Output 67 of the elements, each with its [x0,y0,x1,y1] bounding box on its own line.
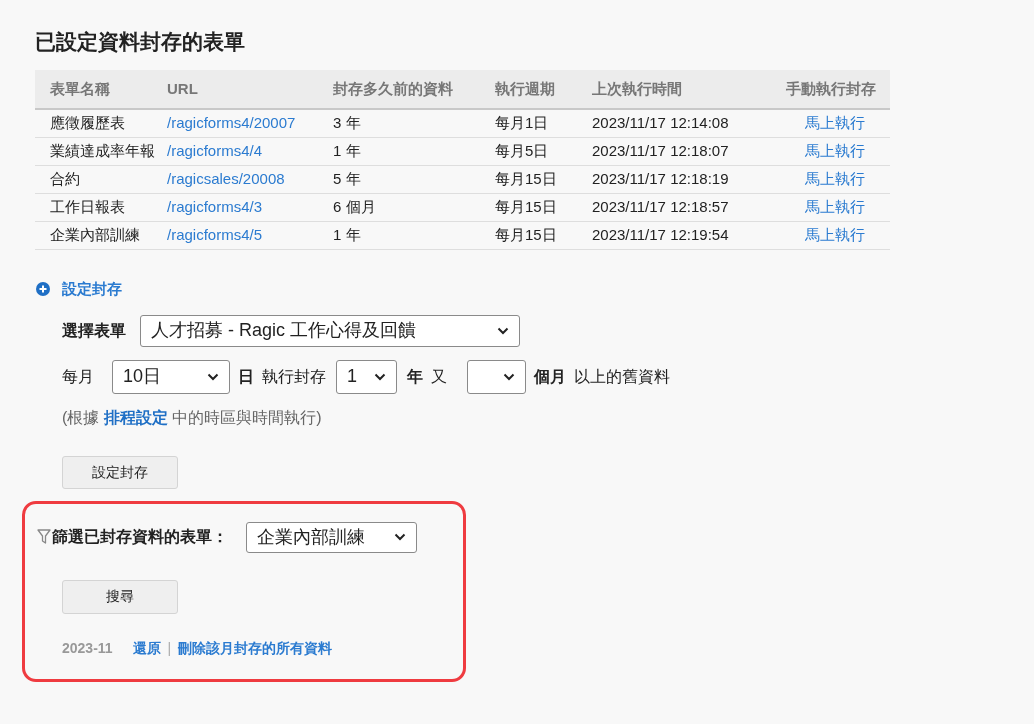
table-cell: 企業內部訓練 [50,226,140,244]
column-header: 手動執行封存 [785,78,877,99]
table-cell: 每月1日 [495,114,549,132]
search-button[interactable]: 搜尋 [62,579,178,614]
table-cell: 工作日報表 [50,198,125,216]
table-cell: 3 年 [333,114,361,132]
link-separator: | [167,638,172,658]
table-cell: 2023/11/17 12:19:54 [592,226,729,244]
setup-archive-button[interactable]: 設定封存 [62,455,178,489]
column-header: 上次執行時間 [592,78,683,99]
column-header: 表單名稱 [49,78,111,99]
year-label: 年 [407,366,423,387]
table-cell: 業績達成率年報 [50,142,155,160]
archive-month: 2023-11 [62,638,113,658]
url-link[interactable]: /ragicforms4/3 [167,198,263,216]
run-now-link[interactable]: 馬上執行 [805,142,865,160]
column-header: 封存多久前的資料 [333,78,454,99]
chevron-down-icon [497,326,509,335]
table-cell: 5 年 [333,170,361,188]
url-link[interactable]: /ragicforms4/5 [167,226,263,244]
table-cell: 2023/11/17 12:18:57 [592,198,729,216]
monthly-label: 每月 [62,366,94,387]
table-cell: 1 年 [333,142,361,160]
execute-label: 執行封存 [262,366,326,387]
table-cell: 應徵履歷表 [50,114,125,132]
table-cell: 每月15日 [495,198,557,216]
month-label: 個月 [534,366,566,387]
table-cell: 2023/11/17 12:18:07 [592,142,729,160]
column-header: 執行週期 [495,78,556,99]
chevron-down-icon [207,372,219,381]
table-cell: 每月15日 [495,226,557,244]
table-cell: 1 年 [333,226,361,244]
plus-circle-icon [36,282,50,297]
day-label: 日 [238,366,254,387]
url-link[interactable]: /ragicforms4/20007 [167,114,296,132]
run-now-link[interactable]: 馬上執行 [805,226,865,244]
table-cell: 每月5日 [495,142,549,160]
page-title: 已設定資料封存的表單 [35,29,245,55]
setup-archive-link[interactable]: 設定封存 [62,278,122,301]
table-cell: 6 個月 [333,198,376,216]
restore-link[interactable]: 還原 [132,637,161,659]
run-now-link[interactable]: 馬上執行 [805,114,865,132]
run-now-link[interactable]: 馬上執行 [805,170,865,188]
table-cell: 2023/11/17 12:18:19 [592,170,729,188]
table-cell: 合約 [50,170,80,188]
delete-month-data-link[interactable]: 刪除該月封存的所有資料 [178,637,333,659]
old-data-label: 以上的舊資料 [574,366,670,387]
table-cell: 每月15日 [495,170,557,188]
dropdown[interactable]: 1 [336,359,397,394]
chevron-down-icon [374,372,386,381]
schedule-settings-link[interactable]: 排程設定 [103,408,168,426]
url-link[interactable]: /ragicsales/20008 [167,170,285,188]
dropdown[interactable]: 企業內部訓練 [246,521,417,553]
run-now-link[interactable]: 馬上執行 [805,198,865,216]
chevron-down-icon [394,533,406,541]
filter-icon [37,529,51,545]
dropdown[interactable]: 10日 [112,359,230,394]
url-link[interactable]: /ragicforms4/4 [167,142,263,160]
dropdown[interactable]: 人才招募 - Ragic 工作心得及回饋 [140,314,520,347]
form-label: 選擇表單 [62,320,126,341]
and-label: 又 [431,366,447,387]
schedule-note: (根據 排程設定 中的時區與時間執行) [62,407,322,428]
column-header: URL [167,78,199,99]
table-cell: 2023/11/17 12:14:08 [592,114,729,132]
dropdown[interactable] [467,359,526,394]
chevron-down-icon [503,372,515,381]
filter-label: 篩選已封存資料的表單： [52,527,228,547]
